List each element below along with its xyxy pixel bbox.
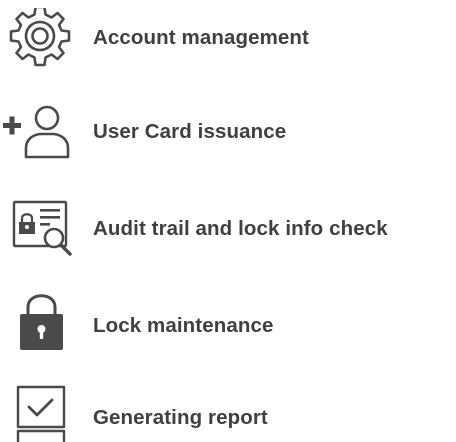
feature-label: Generating report bbox=[93, 406, 268, 429]
feature-label: Lock maintenance bbox=[93, 314, 274, 337]
report-checkbox-icon bbox=[0, 382, 80, 442]
feature-item-audit-trail: Audit trail and lock info check bbox=[0, 196, 456, 256]
feature-label: User Card issuance bbox=[93, 120, 287, 143]
padlock-icon bbox=[0, 290, 80, 350]
feature-label: Audit trail and lock info check bbox=[93, 217, 388, 240]
gear-icon bbox=[0, 8, 80, 68]
feature-item-lock-maintenance: Lock maintenance bbox=[0, 290, 456, 350]
feature-item-generating-report: Generating report bbox=[0, 382, 456, 442]
feature-item-account-management: Account management bbox=[0, 8, 456, 68]
feature-label: Account management bbox=[93, 26, 309, 49]
feature-item-user-card-issuance: User Card issuance bbox=[0, 100, 456, 160]
add-user-icon bbox=[0, 100, 80, 160]
audit-lock-search-icon bbox=[0, 196, 80, 256]
